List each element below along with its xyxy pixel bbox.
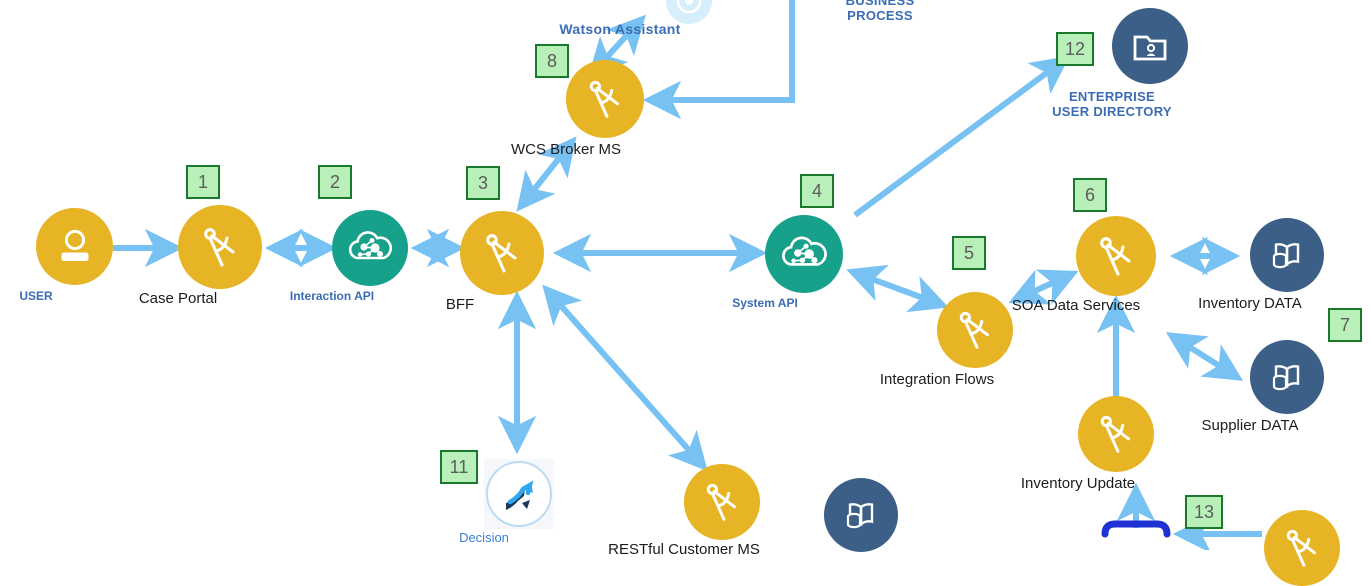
inventory-data-disc (1250, 218, 1324, 292)
node-inventory-update-label: Inventory Update (1020, 475, 1136, 492)
badge-1[interactable]: 1 (186, 165, 220, 199)
badge-13[interactable]: 13 (1185, 495, 1223, 529)
node-case-portal-label: Case Portal (138, 290, 218, 307)
wcs-broker-disc (566, 60, 644, 138)
system-api-disc (765, 215, 843, 293)
inventory-update-disc (1078, 396, 1154, 472)
node-business-process-label: BUSINESS PROCESS (845, 0, 915, 23)
badge-12[interactable]: 12 (1056, 32, 1094, 66)
node-decision-label: Decision (459, 530, 509, 545)
book-database-icon (846, 503, 874, 529)
enterprise-directory-disc (1112, 8, 1188, 84)
interaction-api-disc (332, 210, 408, 286)
badge-2[interactable]: 2 (318, 165, 352, 199)
user-folder-icon (1133, 35, 1167, 61)
node-inventory-data-label: Inventory DATA (1198, 295, 1302, 312)
compass-icon (1286, 529, 1316, 567)
case-portal-disc (178, 205, 262, 289)
customer-data-disc (824, 478, 898, 552)
node-watson-assistant-label: Watson Assistant (559, 21, 681, 37)
compass-icon (204, 228, 235, 267)
edge-bff-to-restful-customer (542, 284, 708, 472)
edge-system-api-to-integration-flows (846, 264, 949, 313)
compass-icon (486, 234, 517, 273)
node-interaction-api-label: Interaction API (289, 289, 375, 303)
edge-soa-to-supplier-data (1165, 332, 1244, 381)
book-database-icon (1272, 243, 1300, 269)
compass-icon (706, 483, 736, 521)
badge-11[interactable]: 11 (440, 450, 478, 484)
soa-data-services-disc (1076, 216, 1156, 296)
event-ms-disc (1264, 510, 1340, 586)
badge-8[interactable]: 8 (535, 44, 569, 78)
node-enterprise-directory-label: ENTERPRISE USER DIRECTORY (1052, 89, 1172, 119)
bff-disc (460, 211, 544, 295)
watson-assistant-icon (676, 0, 702, 14)
cloud-network-icon (782, 236, 827, 266)
badge-3[interactable]: 3 (466, 166, 500, 200)
book-database-icon (1272, 365, 1300, 391)
compass-icon (1100, 237, 1131, 276)
node-user-label: USER (19, 289, 53, 303)
compass-icon (589, 80, 619, 118)
node-integration-flows-label: Integration Flows (879, 371, 995, 388)
edge-system-api-to-enterprise-directory (853, 55, 1070, 218)
badge-7[interactable]: 7 (1328, 308, 1362, 342)
user-disc (36, 208, 113, 285)
compass-icon (1100, 415, 1130, 453)
node-system-api-label: System API (732, 296, 798, 310)
decision-arrows-icon (506, 480, 534, 510)
user-icon (61, 229, 88, 261)
badge-4[interactable]: 4 (800, 174, 834, 208)
node-soa-data-services-label: SOA Data Services (1011, 297, 1141, 314)
architecture-diagram-canvas: USER Case Portal Interaction API BFF WCS… (0, 0, 1370, 586)
restful-customer-disc (684, 464, 760, 540)
node-wcs-broker-label: WCS Broker MS (510, 141, 621, 158)
node-bff-label: BFF (445, 296, 475, 313)
decision-ring (486, 461, 552, 527)
node-supplier-data-label: Supplier DATA (1201, 417, 1299, 434)
node-restful-customer-label: RESTful Customer MS (608, 541, 760, 558)
cloud-network-icon (348, 231, 393, 260)
decision-tile (484, 459, 554, 529)
bracket-connector (1101, 520, 1171, 538)
supplier-data-disc (1250, 340, 1324, 414)
badge-5[interactable]: 5 (952, 236, 986, 270)
badge-6[interactable]: 6 (1073, 178, 1107, 212)
